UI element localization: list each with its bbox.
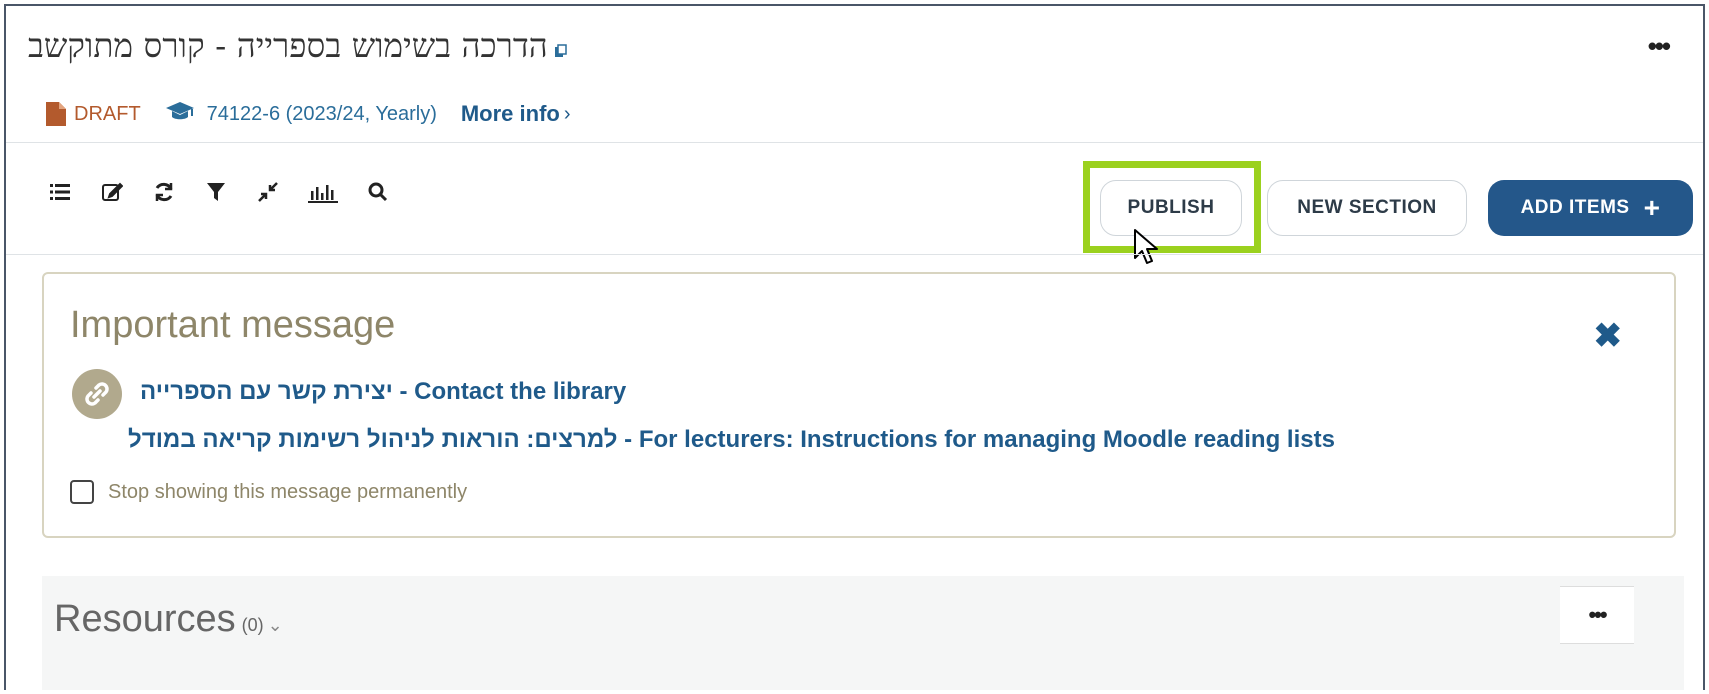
status-badge: DRAFT [74, 102, 141, 125]
reading-list-page: הדרכה בשימוש בספרייה - קורס מתוקשב ••• D… [4, 4, 1705, 690]
stop-showing-checkbox[interactable] [70, 480, 94, 504]
collapse-icon[interactable] [256, 180, 280, 204]
header-more-menu[interactable]: ••• [1648, 33, 1671, 59]
meta-row: DRAFT 74122-6 (2023/24, Yearly) More inf… [46, 100, 571, 128]
chevron-right-icon: › [563, 102, 571, 125]
mouse-cursor-icon [1133, 228, 1163, 273]
edit-icon[interactable] [100, 180, 124, 204]
stop-showing-row: Stop showing this message permanently [70, 480, 467, 504]
section-header[interactable]: Resources (0) ⌄ [54, 598, 283, 641]
divider [6, 254, 1703, 255]
copy-icon[interactable] [554, 43, 568, 63]
more-info-link[interactable]: More info › [461, 101, 571, 127]
more-info-label: More info [460, 101, 560, 126]
new-section-button[interactable]: NEW SECTION [1267, 180, 1467, 236]
section-more-menu[interactable]: ••• [1560, 586, 1634, 644]
publish-highlight [1083, 161, 1261, 253]
important-message: Important message ✖ יצירת קשר עם הספרייה… [42, 272, 1676, 538]
title-row: הדרכה בשימוש בספרייה - קורס מתוקשב [28, 26, 568, 66]
close-icon[interactable]: ✖ [1594, 316, 1623, 356]
file-icon [46, 102, 66, 126]
plus-icon: + [1643, 192, 1661, 223]
graduation-cap-icon [165, 100, 195, 128]
refresh-icon[interactable] [152, 180, 176, 204]
add-items-button[interactable]: ADD ITEMS + [1488, 180, 1693, 236]
contact-library-link[interactable]: יצירת קשר עם הספרייה - Contact the libra… [140, 378, 626, 406]
stop-showing-label: Stop showing this message permanently [108, 480, 468, 503]
divider [6, 142, 1703, 143]
course-code: 74122-6 (2023/24, Yearly) [206, 102, 437, 125]
page-title: הדרכה בשימוש בספרייה - קורס מתוקשב [28, 26, 548, 65]
chevron-down-icon[interactable]: ⌄ [268, 615, 283, 636]
resources-section: Resources (0) ⌄ ••• [42, 576, 1684, 690]
section-title: Resources [54, 598, 236, 640]
item-count: (0) [241, 615, 264, 635]
message-title: Important message [70, 304, 396, 346]
analytics-icon[interactable] [308, 180, 338, 204]
lecturer-instructions-link[interactable]: למרצים: הוראות לניהול רשימות קריאה במודל… [128, 426, 1335, 454]
toolbar [48, 180, 418, 204]
filter-icon[interactable] [204, 180, 228, 204]
list-icon[interactable] [48, 180, 72, 204]
search-icon[interactable] [366, 180, 390, 204]
add-items-label: ADD ITEMS [1520, 197, 1630, 218]
link-icon [72, 369, 122, 419]
